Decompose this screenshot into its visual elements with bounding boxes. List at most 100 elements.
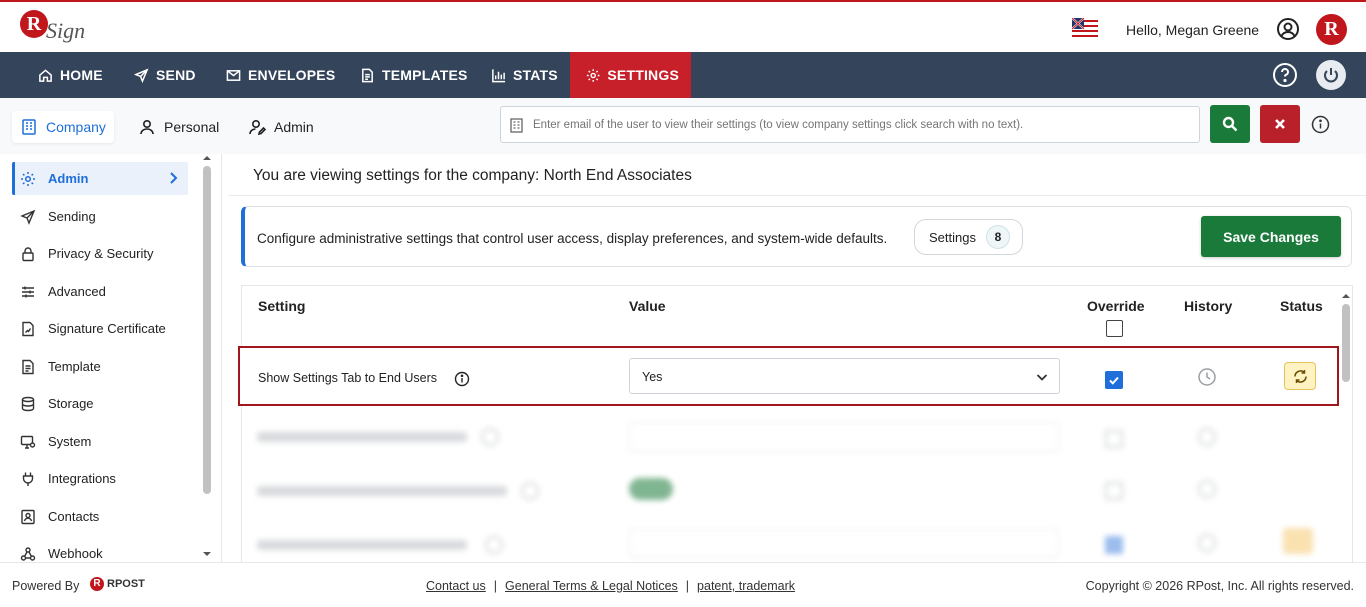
sidebar-scrollbar[interactable] (202, 154, 212, 562)
help-icon[interactable] (1272, 62, 1298, 88)
sidebar-item-label: System (48, 434, 92, 449)
rsign-logo[interactable]: R Sign (20, 10, 90, 48)
blurred-select (629, 422, 1059, 452)
sidebar-item-label: Sending (48, 209, 96, 224)
sidebar-item-admin[interactable]: Admin (12, 162, 188, 195)
chevron-down-icon (1036, 374, 1048, 381)
blurred-history-icon (1198, 428, 1216, 446)
sidebar-item-label: Template (48, 359, 101, 374)
monitor-icon (20, 435, 36, 449)
sidebar-item-label: Storage (48, 396, 94, 411)
sidebar-item-privacy-security[interactable]: Privacy & Security (12, 237, 188, 270)
settings-count: 8 (985, 225, 1010, 249)
gear-icon (21, 171, 35, 186)
footer-separator: | (685, 579, 690, 593)
sidebar-scroll-thumb[interactable] (203, 166, 211, 494)
save-changes-button[interactable]: Save Changes (1201, 216, 1341, 257)
info-icon[interactable] (1311, 115, 1330, 134)
nav-home[interactable]: HOME (26, 52, 115, 98)
sidebar-item-storage[interactable]: Storage (12, 387, 188, 420)
copyright-text: Copyright © 2026 RPost, Inc. All rights … (1085, 579, 1354, 593)
title-divider (228, 195, 1366, 196)
user-search-input[interactable] (533, 115, 1183, 135)
blurred-info-icon (521, 482, 539, 500)
nav-templates[interactable]: TEMPLATES (348, 52, 480, 98)
sidebar-item-contacts[interactable]: Contacts (12, 500, 188, 533)
settings-badge-label: Settings (929, 229, 976, 245)
terms-link[interactable]: General Terms & Legal Notices (505, 579, 678, 593)
tab-personal[interactable]: Personal (130, 111, 227, 143)
column-header-setting: Setting (258, 298, 306, 314)
patent-trademark-link[interactable]: patent, trademark (697, 579, 795, 593)
setting-value-select[interactable]: Yes (629, 358, 1060, 394)
database-icon (21, 396, 35, 411)
user-greeting: Hello, Megan Greene (1126, 22, 1260, 38)
building-icon (22, 119, 36, 135)
gear-icon (586, 68, 600, 82)
sidebar-item-integrations[interactable]: Integrations (12, 462, 188, 495)
history-clock-icon[interactable] (1197, 367, 1217, 387)
nav-stats[interactable]: STATS (479, 52, 570, 98)
sidebar-item-system[interactable]: System (12, 425, 188, 458)
sidebar-item-signature-certificate[interactable]: Signature Certificate (12, 312, 188, 345)
nav-send-label: SEND (156, 67, 196, 83)
search-button[interactable] (1210, 105, 1250, 143)
override-checkbox[interactable] (1105, 371, 1123, 389)
nav-settings[interactable]: SETTINGS (570, 52, 691, 98)
document-icon (362, 68, 373, 82)
sidebar-item-advanced[interactable]: Advanced (12, 275, 188, 308)
table-scrollbar[interactable] (1340, 290, 1352, 560)
avatar[interactable]: R (1316, 14, 1347, 45)
user-search-field[interactable] (500, 106, 1200, 143)
rpost-r-badge: R (90, 577, 104, 591)
nav-envelopes[interactable]: ENVELOPES (214, 52, 347, 98)
footer: Powered By R RPOST Contact us | General … (0, 562, 1366, 607)
column-header-history: History (1184, 298, 1233, 314)
logo-sign-text: Sign (46, 18, 86, 43)
footer-links: Contact us | General Terms & Legal Notic… (426, 579, 795, 593)
scroll-up-arrow-icon[interactable] (203, 154, 211, 162)
contact-us-link[interactable]: Contact us (426, 579, 486, 593)
setting-label: Show Settings Tab to End Users (258, 371, 438, 385)
tab-company-label: Company (46, 119, 106, 135)
footer-separator: | (493, 579, 498, 593)
document-icon (22, 359, 34, 374)
person-icon (140, 119, 154, 135)
sidebar-item-template[interactable]: Template (12, 350, 188, 383)
send-icon (20, 209, 36, 225)
nav-settings-label: SETTINGS (607, 67, 679, 83)
nav-envelopes-label: ENVELOPES (248, 67, 336, 83)
tab-admin[interactable]: Admin (240, 111, 322, 143)
blurred-toggle (629, 478, 673, 500)
override-all-checkbox[interactable] (1106, 320, 1123, 337)
uk-flag-icon[interactable] (1072, 18, 1098, 40)
clear-search-button[interactable] (1260, 105, 1300, 143)
sliders-icon (22, 286, 34, 297)
table-scroll-thumb[interactable] (1342, 304, 1350, 382)
rpost-logo[interactable]: R RPOST (90, 577, 145, 591)
nav-home-label: HOME (60, 67, 103, 83)
blurred-status-badge (1283, 528, 1313, 554)
checkmark-icon (1109, 376, 1119, 385)
info-icon[interactable] (454, 371, 470, 387)
sidebar-item-webhook[interactable]: Webhook (12, 537, 188, 562)
logout-button[interactable] (1316, 60, 1346, 90)
sidebar-item-sending[interactable]: Sending (12, 200, 188, 233)
main-navigation: HOME SEND ENVELOPES TEMPLATES STATS SETT… (0, 52, 1366, 98)
tab-company[interactable]: Company (12, 111, 114, 143)
nav-send[interactable]: SEND (122, 52, 208, 98)
scroll-up-arrow-icon[interactable] (1342, 292, 1350, 300)
webhook-icon (20, 546, 36, 561)
close-icon (1275, 119, 1285, 129)
certificate-icon (22, 321, 34, 336)
sidebar-item-label: Webhook (48, 546, 103, 561)
sidebar-item-label: Admin (48, 171, 89, 186)
status-badge[interactable] (1284, 362, 1316, 390)
nav-templates-label: TEMPLATES (382, 67, 468, 83)
user-profile-icon[interactable] (1276, 17, 1300, 41)
blurred-label (257, 486, 507, 496)
top-header: R Sign Hello, Megan Greene R (0, 0, 1366, 52)
scroll-down-arrow-icon[interactable] (203, 550, 211, 558)
blurred-checkbox (1105, 482, 1123, 500)
settings-info-banner: Configure administrative settings that c… (241, 206, 1352, 267)
